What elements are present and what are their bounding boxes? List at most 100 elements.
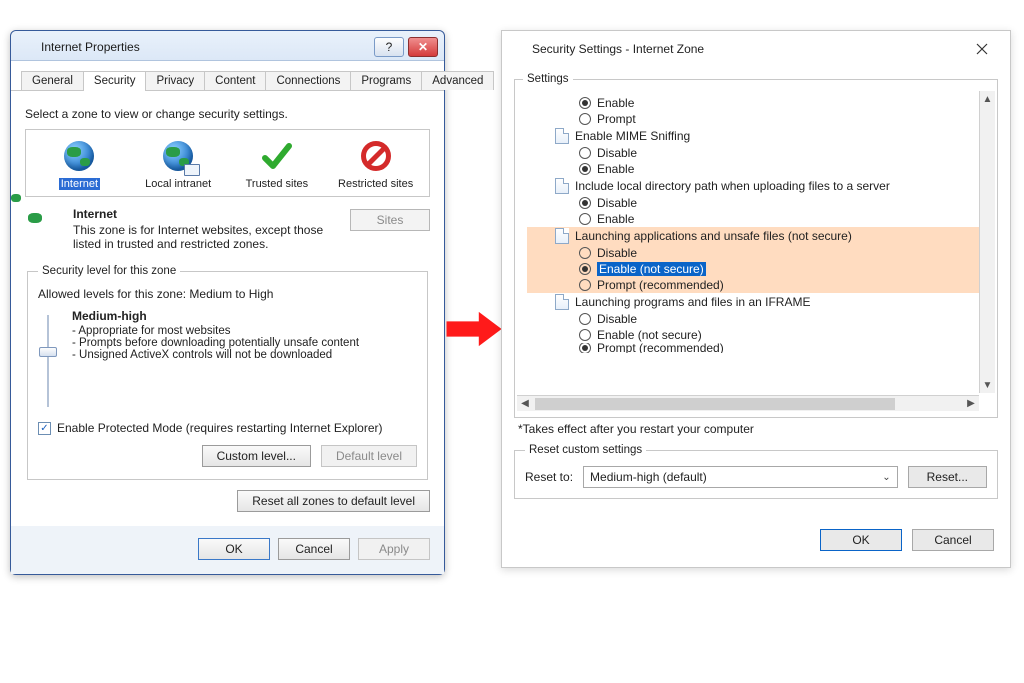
radio-icon[interactable]	[579, 329, 591, 341]
titlebar[interactable]: Security Settings - Internet Zone	[502, 31, 1010, 67]
cancel-button[interactable]: Cancel	[912, 529, 994, 551]
settings-radio-option[interactable]: Disable	[527, 245, 981, 261]
scroll-up-icon[interactable]: ▲	[980, 91, 995, 107]
settings-radio-option[interactable]: Disable	[527, 311, 981, 327]
dialog-footer: OK Cancel Apply	[11, 526, 444, 574]
radio-icon[interactable]	[579, 343, 591, 353]
zone-instruction: Select a zone to view or change security…	[25, 107, 430, 121]
tab-privacy[interactable]: Privacy	[145, 71, 205, 90]
radio-icon[interactable]	[579, 163, 591, 175]
settings-radio-option[interactable]: Enable (not secure)	[527, 327, 981, 343]
monitor-icon	[184, 164, 200, 176]
zone-selector: Internet Local intranet Trusted sites Re…	[25, 129, 430, 197]
settings-group-item: Launching programs and files in an IFRAM…	[527, 293, 981, 311]
slider-thumb[interactable]	[39, 347, 57, 357]
security-level-group: Security level for this zone Allowed lev…	[27, 265, 428, 480]
settings-group: Settings EnablePromptEnable MIME Sniffin…	[514, 73, 998, 418]
sites-button[interactable]: Sites	[350, 209, 430, 231]
window-title: Security Settings - Internet Zone	[532, 42, 962, 56]
file-icon	[555, 228, 569, 244]
radio-icon[interactable]	[579, 263, 591, 275]
protected-mode-checkbox[interactable]: ✓	[38, 422, 51, 435]
tab-general[interactable]: General	[21, 71, 84, 90]
tab-connections[interactable]: Connections	[265, 71, 351, 90]
security-bullet: - Appropriate for most websites	[72, 325, 359, 337]
zone-internet-label: Internet	[59, 178, 100, 190]
settings-group-label: Launching programs and files in an IFRAM…	[575, 295, 810, 309]
zone-local-intranet[interactable]: Local intranet	[138, 138, 218, 190]
default-level-button[interactable]: Default level	[321, 445, 417, 467]
scrollbar-thumb[interactable]	[535, 398, 895, 410]
zone-trusted-sites[interactable]: Trusted sites	[237, 138, 317, 190]
settings-radio-option[interactable]: Enable	[527, 211, 981, 227]
reset-button[interactable]: Reset...	[908, 466, 987, 488]
custom-level-button[interactable]: Custom level...	[202, 445, 311, 467]
radio-icon[interactable]	[579, 313, 591, 325]
security-level-name: Medium-high	[72, 309, 359, 323]
ok-button[interactable]: OK	[198, 538, 270, 560]
tab-security[interactable]: Security	[83, 71, 147, 90]
settings-radio-option[interactable]: Disable	[527, 195, 981, 211]
file-icon	[555, 294, 569, 310]
reset-legend: Reset custom settings	[525, 444, 646, 456]
radio-label: Disable	[597, 196, 637, 210]
settings-radio-option[interactable]: Prompt (recommended)	[527, 277, 981, 293]
file-icon	[555, 178, 569, 194]
settings-group-label: Launching applications and unsafe files …	[575, 229, 852, 243]
settings-radio-option[interactable]: Enable	[527, 95, 981, 111]
radio-icon[interactable]	[579, 213, 591, 225]
security-slider[interactable]	[38, 311, 58, 411]
settings-radio-option[interactable]: Enable	[527, 161, 981, 177]
tab-content[interactable]: Content	[204, 71, 266, 90]
reset-to-value: Medium-high (default)	[590, 470, 707, 484]
tab-body: Select a zone to view or change security…	[11, 91, 444, 526]
radio-icon[interactable]	[579, 97, 591, 109]
restart-note: *Takes effect after you restart your com…	[518, 422, 994, 436]
settings-radio-option[interactable]: Prompt (recommended)	[527, 343, 981, 353]
scroll-left-icon[interactable]: ◀	[517, 396, 533, 411]
help-button[interactable]: ?	[374, 37, 404, 57]
scroll-down-icon[interactable]: ▼	[980, 377, 995, 393]
check-icon	[259, 138, 295, 174]
internet-properties-window: Internet Properties ? ✕ General Security…	[10, 30, 445, 575]
zone-restricted-sites[interactable]: Restricted sites	[336, 138, 416, 190]
zone-desc-title: Internet	[73, 207, 340, 221]
tab-programs[interactable]: Programs	[350, 71, 422, 90]
settings-group-label: Enable MIME Sniffing	[575, 129, 690, 143]
radio-icon[interactable]	[579, 247, 591, 259]
settings-tree[interactable]: EnablePromptEnable MIME SniffingDisableE…	[517, 91, 995, 411]
settings-radio-option[interactable]: Enable (not secure)	[527, 261, 981, 277]
radio-icon[interactable]	[579, 197, 591, 209]
settings-radio-option[interactable]: Prompt	[527, 111, 981, 127]
reset-group: Reset custom settings Reset to: Medium-h…	[514, 444, 998, 499]
ban-icon	[361, 141, 391, 171]
tab-advanced[interactable]: Advanced	[421, 71, 494, 90]
highlighted-setting: Launching applications and unsafe files …	[527, 227, 993, 293]
tab-strip: General Security Privacy Content Connect…	[11, 61, 444, 91]
vertical-scrollbar[interactable]: ▲ ▼	[979, 91, 995, 393]
close-button[interactable]: ✕	[408, 37, 438, 57]
scroll-right-icon[interactable]: ▶	[963, 396, 979, 411]
radio-icon[interactable]	[579, 113, 591, 125]
ok-button[interactable]: OK	[820, 529, 902, 551]
radio-icon[interactable]	[579, 147, 591, 159]
cancel-button[interactable]: Cancel	[278, 538, 350, 560]
settings-radio-option[interactable]: Disable	[527, 145, 981, 161]
zone-local-intranet-label: Local intranet	[143, 178, 213, 190]
radio-label: Disable	[597, 146, 637, 160]
apply-button[interactable]: Apply	[358, 538, 430, 560]
settings-group-item: Enable MIME Sniffing	[527, 127, 981, 145]
horizontal-scrollbar[interactable]: ◀ ▶	[517, 395, 979, 411]
zone-restricted-sites-label: Restricted sites	[336, 178, 415, 190]
zone-internet[interactable]: Internet	[39, 138, 119, 190]
arrow-icon	[445, 310, 505, 348]
zone-trusted-sites-label: Trusted sites	[244, 178, 311, 190]
settings-group-label: Include local directory path when upload…	[575, 179, 890, 193]
radio-icon[interactable]	[579, 279, 591, 291]
close-button[interactable]	[962, 37, 1002, 61]
titlebar[interactable]: Internet Properties ? ✕	[11, 31, 444, 61]
reset-all-zones-button[interactable]: Reset all zones to default level	[237, 490, 430, 512]
reset-to-combobox[interactable]: Medium-high (default) ⌄	[583, 466, 898, 488]
radio-label: Disable	[597, 312, 637, 326]
radio-label: Enable	[597, 162, 634, 176]
